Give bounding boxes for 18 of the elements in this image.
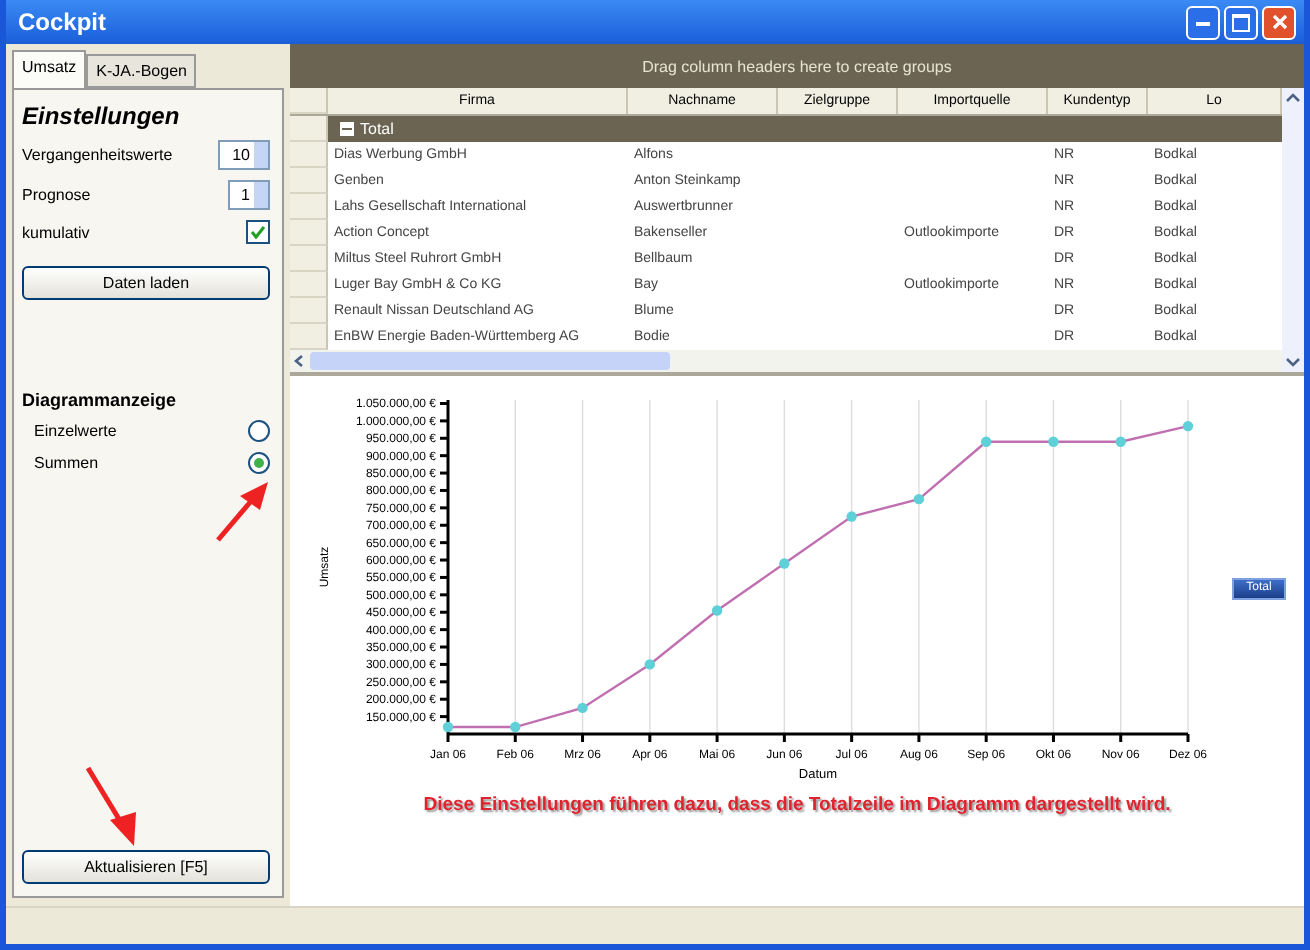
tab[interactable]: K-JA.-Bogen [86, 54, 197, 88]
field-label: Prognose [22, 186, 91, 204]
section-heading: Einstellungen [22, 102, 182, 130]
window-title: Cockpit [18, 8, 107, 36]
chart-caption: Diese Einstellungen führen dazu, dass die Totalzeile im Diagramm dargestellt wird. [423, 794, 1171, 816]
group-label: Total [360, 120, 394, 138]
spinner-field[interactable]: 1 [227, 180, 270, 210]
spinner-field[interactable]: 10 [218, 140, 270, 170]
option-label: Einzelwerte [34, 422, 117, 440]
refresh-button[interactable]: Aktualisieren [F5] [22, 850, 270, 884]
field-label: kumulativ [22, 223, 90, 241]
group-row[interactable]: Total [328, 116, 1282, 142]
option-label: Summen [34, 454, 99, 472]
section-heading: Diagrammanzeige [22, 390, 179, 410]
field-label: Vergangenheitswerte [22, 146, 173, 164]
group-panel-hint: Drag column headers here to create groups [642, 57, 952, 75]
tab[interactable]: Umsatz [12, 50, 87, 88]
load-data-button[interactable]: Daten laden [22, 266, 270, 300]
